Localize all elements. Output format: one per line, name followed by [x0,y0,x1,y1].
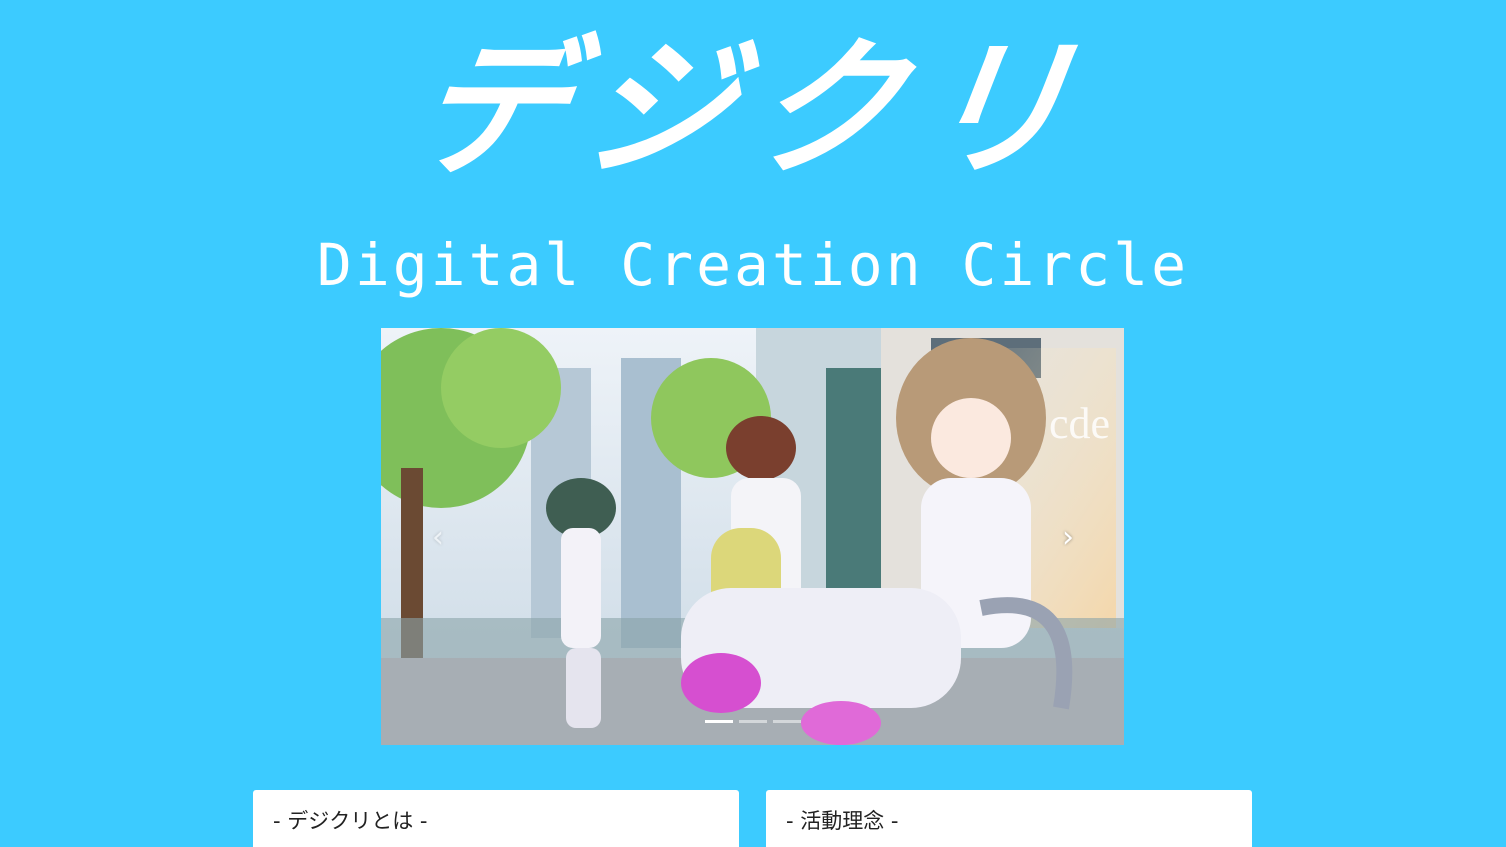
slide-sign-text: cde [1049,399,1110,448]
philosophy-card-title: - 活動理念 - [786,809,899,833]
philosophy-card: - 活動理念 - [766,790,1252,847]
about-card-title: - デジクリとは - [273,809,428,833]
about-card: - デジクリとは - [253,790,739,847]
carousel-indicator-3[interactable] [772,720,801,723]
carousel-next-button[interactable]: › [1053,518,1083,558]
carousel-indicators [381,720,1124,723]
carousel-indicator-2[interactable] [738,720,767,723]
carousel-slide-image: cde [381,328,1124,745]
chevron-left-icon: ‹ [432,520,444,555]
carousel-indicator-1[interactable] [704,720,733,723]
site-logo-english: Digital Creation Circle [316,231,1190,299]
site-logo-japanese: デジクリ [404,23,1102,197]
hero-carousel: cde ‹ › [381,328,1124,745]
carousel-prev-button[interactable]: ‹ [423,518,453,558]
chevron-right-icon: › [1062,520,1074,555]
